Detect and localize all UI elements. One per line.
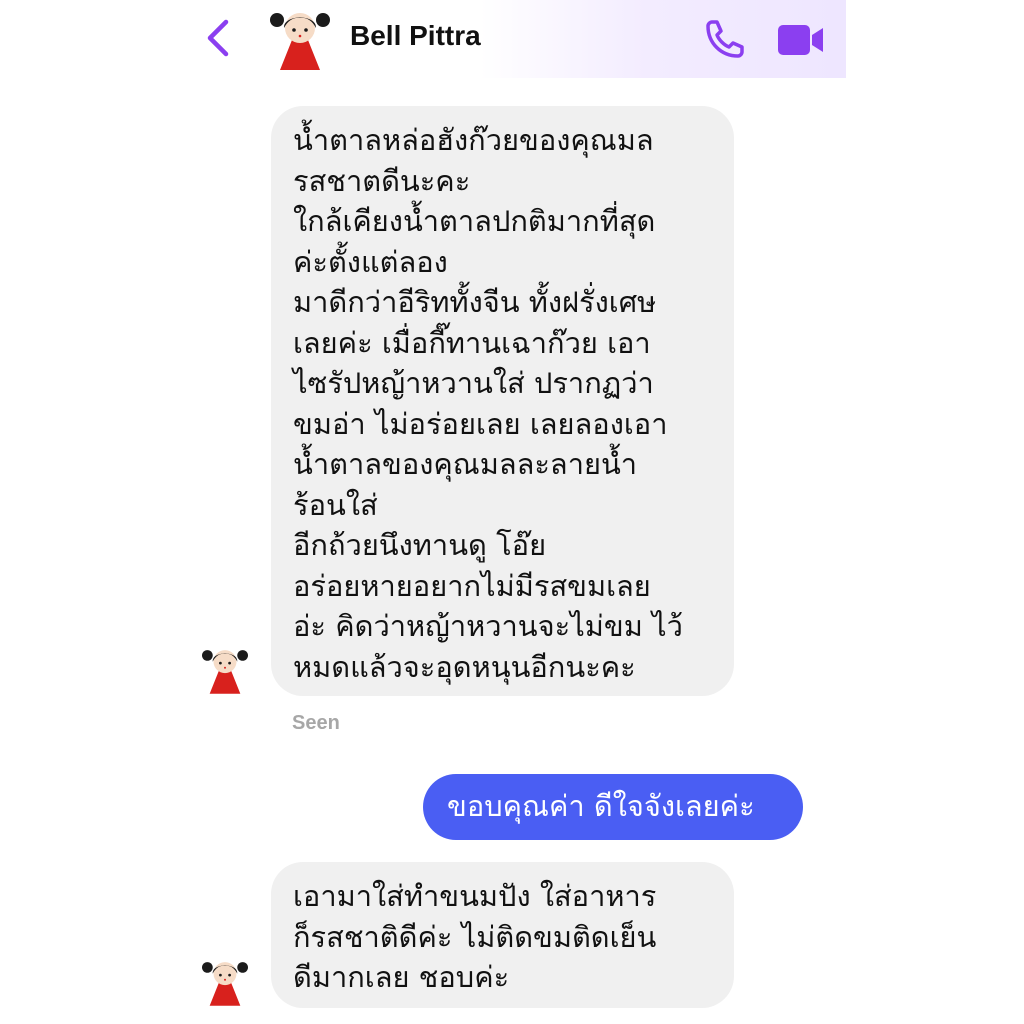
seen-status: Seen bbox=[292, 712, 340, 734]
message-line: รสชาตดีนะคะ bbox=[293, 163, 471, 198]
contact-name[interactable]: Bell Pittra bbox=[350, 20, 481, 52]
message-line: มาดีกว่าอีริททั้งจีน ทั้งฝรั่งเศษ bbox=[293, 285, 657, 319]
message-line: เอามาใส่ทำขนมปัง ใส่อาหาร bbox=[293, 879, 657, 913]
back-button[interactable] bbox=[200, 18, 240, 58]
phone-icon bbox=[706, 20, 744, 58]
incoming-message-bubble[interactable]: น้ำตาลหล่อฮังก๊วยของคุณมล รสชาตดีนะคะ ใก… bbox=[271, 106, 734, 696]
incoming-message-bubble[interactable]: เอามาใส่ทำขนมปัง ใส่อาหาร ก็รสชาติดีค่ะ … bbox=[271, 862, 734, 1008]
girl-avatar-icon bbox=[270, 13, 330, 70]
message-line: ก็รสชาติดีค่ะ ไม่ติดขมติดเย็น bbox=[293, 919, 657, 954]
sender-avatar[interactable] bbox=[202, 954, 248, 1010]
girl-avatar-icon bbox=[202, 962, 248, 1006]
chat-screen: Bell Pittra น้ำตาลหล่อฮังก๊วยของคุณมล รส… bbox=[0, 0, 1024, 1024]
video-call-button[interactable] bbox=[776, 22, 826, 58]
message-line: อร่อยหายอยากไม่มีรสขมเลย bbox=[293, 568, 651, 603]
contact-avatar[interactable] bbox=[270, 6, 330, 72]
message-line: ไซรัปหญ้าหวานใส่ ปรากฏว่า bbox=[293, 366, 654, 400]
message-line: ใกล้เคียงน้ำตาลปกติมากที่สุด bbox=[293, 204, 656, 238]
message-line: อีกถ้วยนึงทานดู โอ๊ย bbox=[293, 528, 547, 562]
voice-call-button[interactable] bbox=[702, 18, 746, 62]
message-line: ดีมากเลย ชอบค่ะ bbox=[293, 960, 510, 994]
message-line: ร้อนใส่ bbox=[293, 487, 378, 522]
chevron-left-icon bbox=[207, 19, 229, 57]
message-line: ค่ะตั้งแต่ลอง bbox=[293, 244, 448, 279]
message-line: น้ำตาลของคุณมลละลายน้ำ bbox=[293, 447, 638, 481]
outgoing-message-bubble[interactable]: ขอบคุณค่า ดีใจจังเลยค่ะ bbox=[423, 774, 803, 840]
sender-avatar[interactable] bbox=[202, 642, 248, 698]
message-line: หมดแล้วจะอุดหนุนอีกนะคะ bbox=[293, 649, 636, 684]
video-camera-icon bbox=[778, 25, 823, 55]
message-line: เลยค่ะ เมื่อกี๊ทานเฉาก๊วย เอา bbox=[293, 325, 651, 360]
message-line: อ่ะ คิดว่าหญ้าหวานจะไม่ขม ไว้ bbox=[293, 609, 683, 643]
girl-avatar-icon bbox=[202, 650, 248, 694]
message-line: ขมอ่า ไม่อร่อยเลย เลยลองเอา bbox=[293, 406, 668, 441]
message-line: น้ำตาลหล่อฮังก๊วยของคุณมล bbox=[293, 123, 654, 157]
